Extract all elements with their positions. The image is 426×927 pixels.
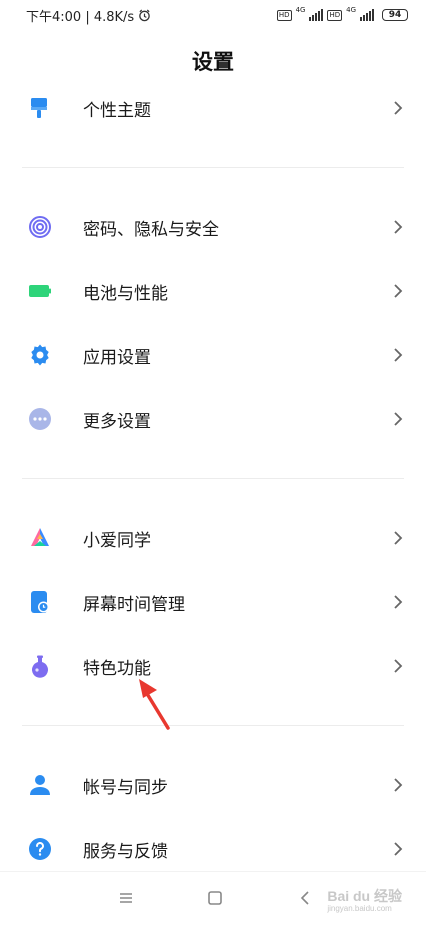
screen-time-icon xyxy=(31,591,49,613)
item-label: 屏幕时间管理 xyxy=(83,594,185,615)
more-dots-icon xyxy=(29,408,51,430)
settings-item-xiaoai[interactable]: 小爱同学 xyxy=(0,506,426,570)
item-label: 服务与反馈 xyxy=(83,841,168,862)
user-icon xyxy=(30,775,50,795)
item-label: 密码、隐私与安全 xyxy=(83,219,219,240)
page-title: 设置 xyxy=(192,50,234,74)
chevron-right-icon xyxy=(394,842,403,856)
settings-item-features[interactable]: 特色功能 xyxy=(0,634,426,698)
item-label: 个性主题 xyxy=(83,100,151,121)
watermark-url: jingyan.baidu.com xyxy=(327,904,392,913)
flask-icon xyxy=(32,655,48,678)
status-time-speed: 下午4:00 | 4.8K/s xyxy=(26,9,135,25)
settings-item-screen-time[interactable]: 屏幕时间管理 xyxy=(0,570,426,634)
alarm-icon xyxy=(139,9,150,21)
watermark-brand: Bai du 经验 xyxy=(327,888,402,904)
chevron-right-icon xyxy=(394,531,403,545)
back-icon[interactable] xyxy=(298,890,314,906)
settings-item-battery[interactable]: 电池与性能 xyxy=(0,259,426,323)
help-icon xyxy=(29,838,51,860)
chevron-right-icon xyxy=(394,412,403,426)
item-label: 特色功能 xyxy=(83,658,151,679)
hd-badge: HD xyxy=(276,9,292,21)
hd-badge: HD xyxy=(327,9,343,21)
item-label: 应用设置 xyxy=(83,347,151,368)
chevron-right-icon xyxy=(394,101,403,115)
chevron-right-icon xyxy=(394,348,403,362)
network-type: 4G xyxy=(295,6,306,14)
item-label: 电池与性能 xyxy=(83,283,168,304)
item-label: 更多设置 xyxy=(83,411,151,432)
settings-item-theme[interactable]: 个性主题 xyxy=(0,76,426,140)
xiaoai-icon xyxy=(31,528,49,546)
settings-item-account[interactable]: 帐号与同步 xyxy=(0,753,426,817)
item-label: 小爱同学 xyxy=(83,530,151,551)
signal-icon xyxy=(360,9,374,21)
paint-brush-icon xyxy=(31,98,47,118)
gear-icon xyxy=(31,344,49,366)
chevron-right-icon xyxy=(394,595,403,609)
watermark-logo: Bai du 经验 jingyan.baidu.com xyxy=(327,886,402,913)
settings-item-apps[interactable]: 应用设置 xyxy=(0,323,426,387)
network-type: 4G xyxy=(346,6,356,14)
settings-list: 个性主题 密码、隐私与安全 电池与性能 应用设置 更多设置 小爱同学 屏幕时间管… xyxy=(0,76,426,881)
status-bar: 下午4:00 | 4.8K/s HD 4G HD 4G 94 xyxy=(0,0,426,30)
settings-item-more[interactable]: 更多设置 xyxy=(0,387,426,451)
chevron-right-icon xyxy=(394,778,403,792)
chevron-right-icon xyxy=(394,220,403,234)
home-icon[interactable] xyxy=(207,890,223,906)
fingerprint-icon xyxy=(29,216,51,238)
signal-icon xyxy=(309,9,324,21)
battery-icon xyxy=(29,285,51,297)
settings-item-privacy[interactable]: 密码、隐私与安全 xyxy=(0,195,426,259)
item-label: 帐号与同步 xyxy=(83,777,168,798)
chevron-right-icon xyxy=(394,284,403,298)
annotation-arrow-icon xyxy=(139,679,170,730)
battery-indicator: 94 xyxy=(382,9,408,21)
menu-icon[interactable] xyxy=(118,890,134,906)
chevron-right-icon xyxy=(394,659,403,673)
